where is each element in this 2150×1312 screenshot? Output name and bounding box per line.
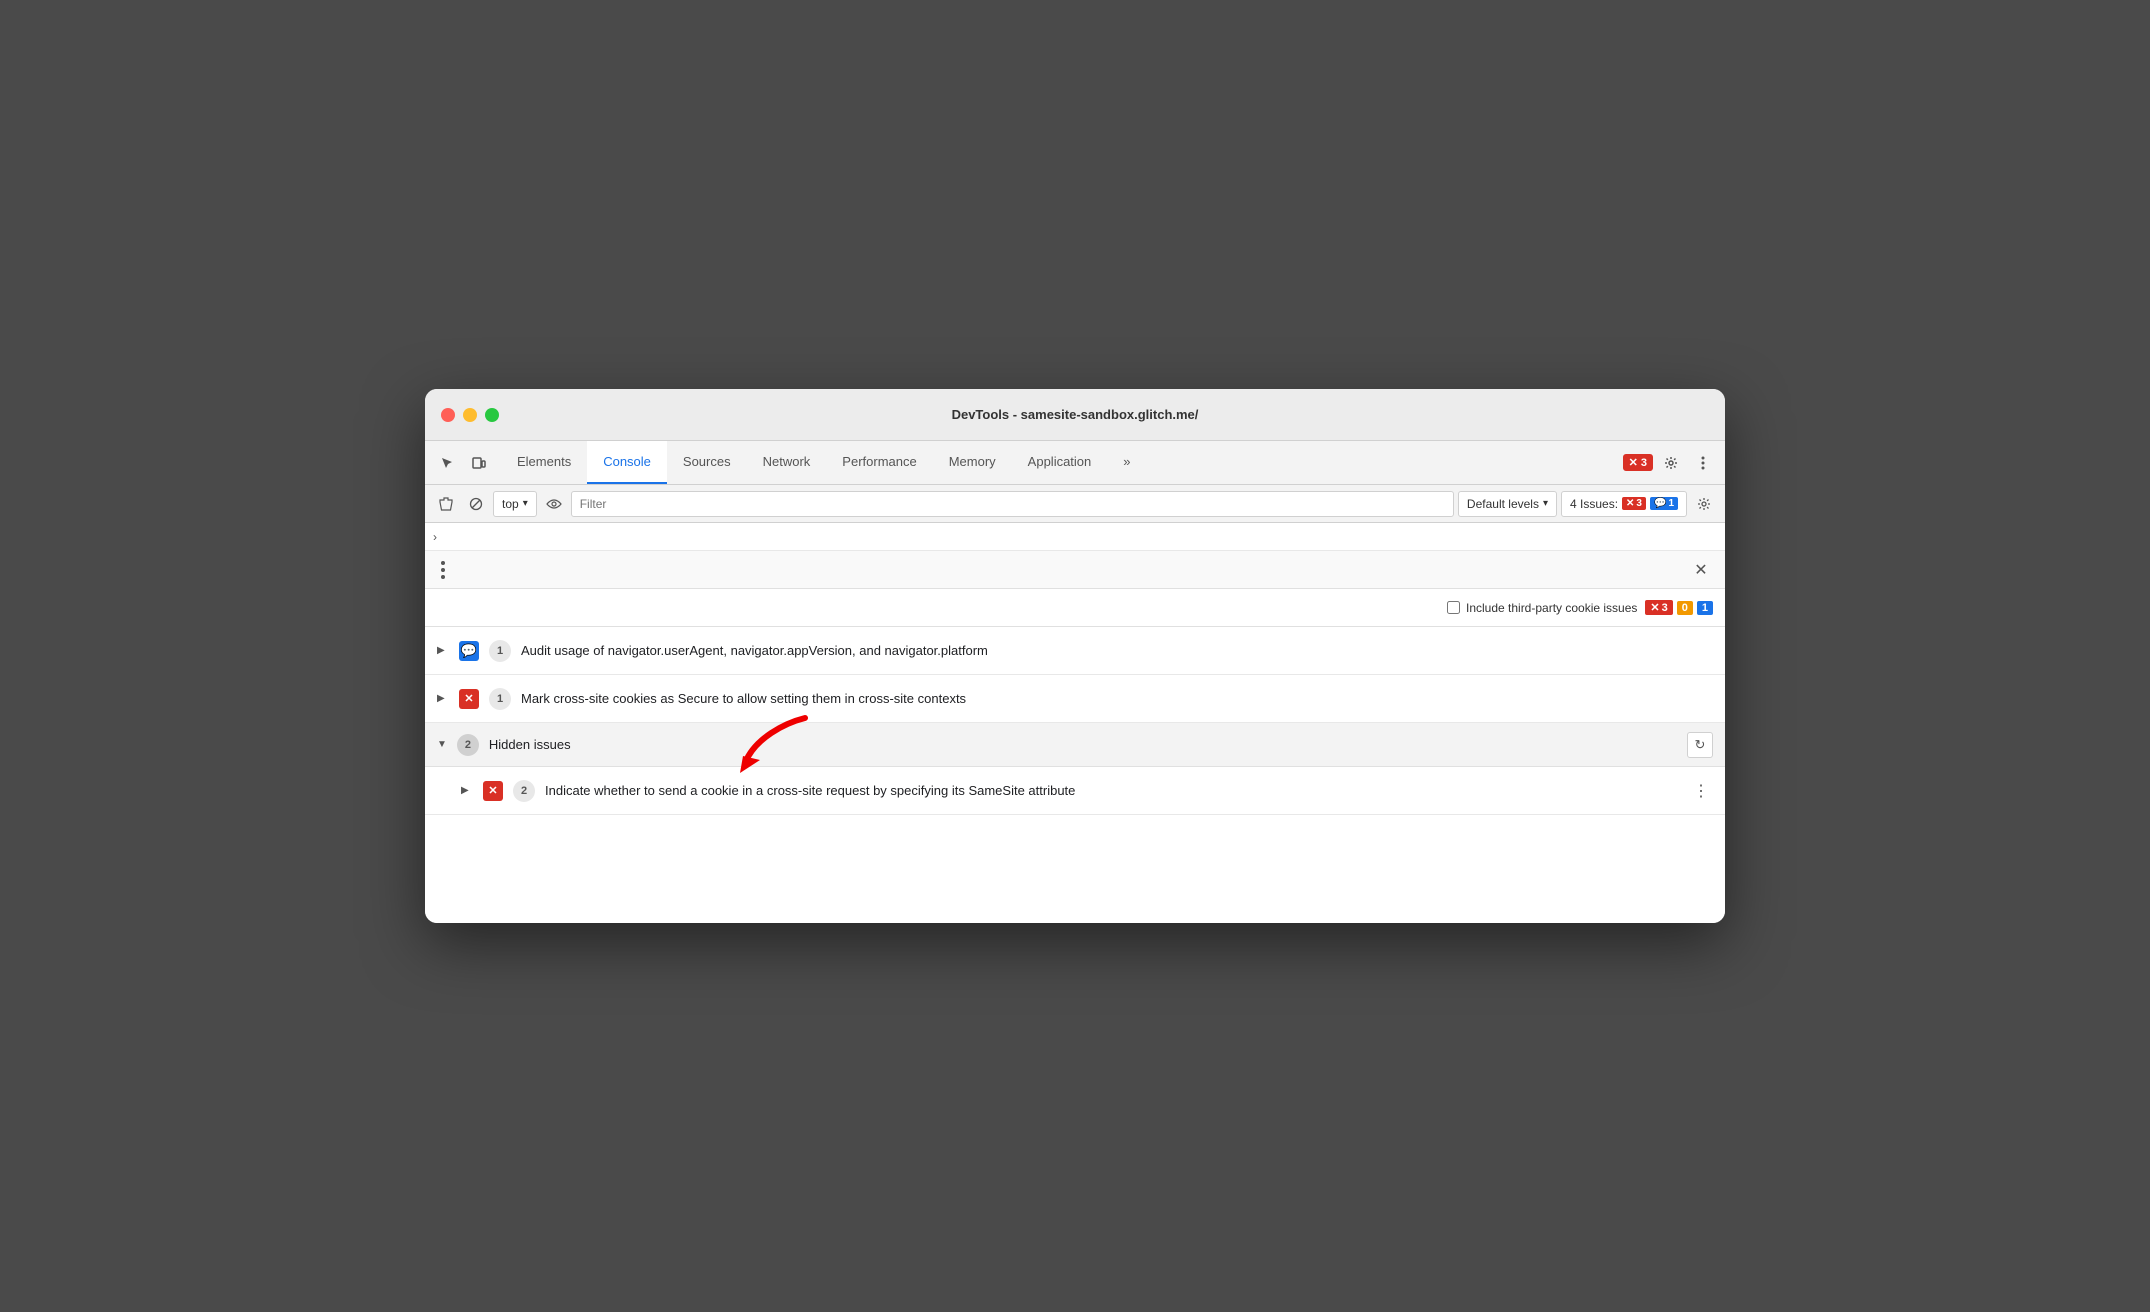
- tab-console[interactable]: Console: [587, 441, 667, 484]
- include-error-badge: ✕ 3: [1645, 600, 1672, 615]
- hidden-issues-group: ▼ 2 Hidden issues ↻: [425, 723, 1725, 767]
- filter-input[interactable]: [571, 491, 1454, 517]
- maximize-button[interactable]: [485, 408, 499, 422]
- nested-issue-samesite[interactable]: ▶ ✕ 2 Indicate whether to send a cookie …: [425, 767, 1725, 815]
- tab-application[interactable]: Application: [1012, 441, 1108, 484]
- titlebar: DevTools - samesite-sandbox.glitch.me/: [425, 389, 1725, 441]
- breadcrumb-bar: ›: [425, 523, 1725, 551]
- issues-header-left: [437, 557, 449, 583]
- nested-issue-count: 2: [513, 780, 535, 802]
- tab-list: Elements Console Sources Network Perform…: [501, 441, 1623, 484]
- dropdown-arrow-icon: ▾: [523, 498, 528, 509]
- include-third-party-checkbox[interactable]: [1447, 601, 1460, 614]
- console-content: › ✕ Include third-party cookie issues: [425, 523, 1725, 923]
- expand-arrow-icon-2[interactable]: ▶: [437, 693, 449, 704]
- nested-more-options[interactable]: ⋮: [1689, 779, 1713, 803]
- expand-arrow-icon[interactable]: ▶: [437, 645, 449, 656]
- breadcrumb-arrow[interactable]: ›: [433, 530, 437, 544]
- hidden-count-badge: 2: [457, 734, 479, 756]
- tab-network[interactable]: Network: [747, 441, 827, 484]
- include-info-badge: 1: [1697, 601, 1713, 615]
- block-icon[interactable]: [463, 491, 489, 517]
- window-title: DevTools - samesite-sandbox.glitch.me/: [952, 407, 1199, 422]
- issue-text-cookies: Mark cross-site cookies as Secure to all…: [521, 691, 1713, 706]
- issue-text-audit: Audit usage of navigator.userAgent, navi…: [521, 643, 1713, 658]
- issues-include-bar: Include third-party cookie issues ✕ 3 0 …: [425, 589, 1725, 627]
- log-levels-selector[interactable]: Default levels ▾: [1458, 491, 1557, 517]
- console-toolbar: top ▾ Default levels ▾ 4 Issues: ✕ 3 💬 1: [425, 485, 1725, 523]
- issue-item-cookies[interactable]: ▶ ✕ 1 Mark cross-site cookies as Secure …: [425, 675, 1725, 723]
- issue-count-2: 1: [489, 688, 511, 710]
- error-icon: ✕: [1629, 456, 1638, 469]
- issue-item-audit[interactable]: ▶ 💬 1 Audit usage of navigator.userAgent…: [425, 627, 1725, 675]
- context-selector[interactable]: top ▾: [493, 491, 537, 517]
- nested-issue-text: Indicate whether to send a cookie in a c…: [545, 783, 1679, 798]
- issues-error-badge: ✕ 3: [1622, 497, 1646, 510]
- device-icon[interactable]: [465, 449, 493, 477]
- include-third-party-label[interactable]: Include third-party cookie issues: [1447, 601, 1637, 615]
- include-warning-badge: 0: [1677, 601, 1693, 615]
- issue-type-info-icon: 💬: [459, 641, 479, 661]
- tab-elements[interactable]: Elements: [501, 441, 587, 484]
- close-button[interactable]: [441, 408, 455, 422]
- settings-icon[interactable]: [1657, 449, 1685, 477]
- left-toolbar-icons: [433, 449, 493, 477]
- nested-issue-error-icon: ✕: [483, 781, 503, 801]
- hidden-expand-arrow[interactable]: ▼: [437, 739, 447, 750]
- refresh-button[interactable]: ↻: [1687, 732, 1713, 758]
- issues-info-badge: 💬 1: [1650, 497, 1678, 510]
- issue-count-1: 1: [489, 640, 511, 662]
- hidden-issues-label: Hidden issues: [489, 737, 1677, 752]
- include-badges: ✕ 3 0 1: [1645, 600, 1713, 615]
- tab-performance[interactable]: Performance: [826, 441, 932, 484]
- tab-memory[interactable]: Memory: [933, 441, 1012, 484]
- three-dots-menu[interactable]: [437, 557, 449, 583]
- issues-settings-icon[interactable]: [1691, 491, 1717, 517]
- more-options-icon[interactable]: [1689, 449, 1717, 477]
- nested-expand-arrow[interactable]: ▶: [461, 785, 473, 796]
- issue-type-error-icon: ✕: [459, 689, 479, 709]
- issues-count-badge[interactable]: 4 Issues: ✕ 3 💬 1: [1561, 491, 1687, 517]
- window-controls: [441, 408, 499, 422]
- devtools-window: DevTools - samesite-sandbox.glitch.me/ E…: [425, 389, 1725, 923]
- levels-dropdown-icon: ▾: [1543, 498, 1548, 509]
- right-toolbar-icons: ✕ 3: [1623, 449, 1717, 477]
- tab-sources[interactable]: Sources: [667, 441, 747, 484]
- issues-panel-header: ✕: [425, 551, 1725, 589]
- close-issues-button[interactable]: ✕: [1689, 558, 1713, 582]
- minimize-button[interactable]: [463, 408, 477, 422]
- cursor-icon[interactable]: [433, 449, 461, 477]
- devtools-tab-bar: Elements Console Sources Network Perform…: [425, 441, 1725, 485]
- error-badge[interactable]: ✕ 3: [1623, 454, 1653, 471]
- clear-console-icon[interactable]: [433, 491, 459, 517]
- eye-icon[interactable]: [541, 491, 567, 517]
- tab-more[interactable]: »: [1107, 441, 1146, 484]
